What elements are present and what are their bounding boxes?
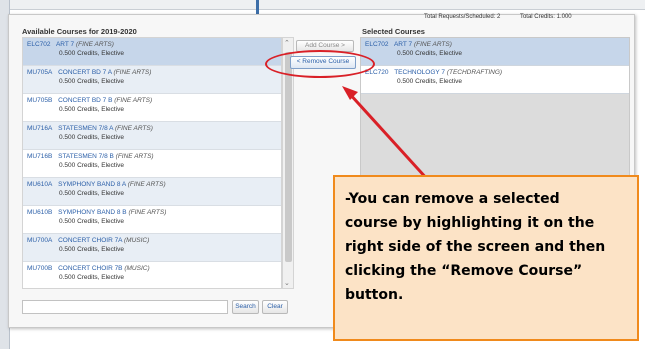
course-category: (MUSIC) (124, 265, 150, 272)
selected-courses-title: Selected Courses (362, 27, 425, 36)
course-code: MU610A (27, 181, 53, 188)
callout-line: course by highlighting it on the (345, 215, 595, 231)
course-category: (FINE ARTS) (115, 153, 154, 160)
course-category: (MUSIC) (123, 237, 150, 244)
course-code: MU716A (27, 125, 53, 132)
callout-line: clicking the “Remove Course” (345, 263, 583, 279)
list-item[interactable]: ELC720 TECHNOLOGY 7 (TECHDRAFTING) 0.500… (361, 66, 629, 94)
course-credits: 0.500 Credits, Elective (59, 246, 125, 253)
course-code: ELC702 (27, 41, 51, 48)
course-category: (FINE ARTS) (127, 181, 166, 188)
remove-course-button[interactable]: < Remove Course (290, 56, 356, 69)
list-item[interactable]: MU610B SYMPHONY BAND 8 B (FINE ARTS) 0.5… (23, 206, 281, 234)
course-credits: 0.500 Credits, Elective (59, 218, 125, 225)
course-name: ART 7 (55, 41, 75, 48)
course-category: (FINE ARTS) (413, 41, 452, 48)
course-name: CONCERT CHOIR 7B (58, 265, 123, 272)
list-item[interactable]: MU700A CONCERT CHOIR 7A (MUSIC) 0.500 Cr… (23, 234, 281, 262)
course-code: MU700B (27, 265, 53, 272)
background-divider (256, 0, 259, 14)
totals-bar: Total Requests/Scheduled: 2 Total Credit… (424, 14, 590, 20)
course-code: MU610B (27, 209, 53, 216)
course-name: SYMPHONY BAND 8 A (58, 181, 126, 188)
course-name: STATESMEN 7/8 A (58, 125, 114, 132)
course-name: CONCERT BD 7 A (58, 69, 112, 76)
callout-line: right side of the screen and then (345, 239, 606, 255)
course-credits: 0.500 Credits, Elective (59, 190, 125, 197)
course-category: (FINE ARTS) (113, 69, 152, 76)
chevron-down-icon[interactable]: ⌄ (284, 279, 290, 287)
available-courses-list: ELC702 ART 7 (FINE ARTS) 0.500 Credits, … (22, 37, 282, 289)
course-category: (FINE ARTS) (114, 97, 153, 104)
course-credits: 0.500 Credits, Elective (397, 50, 463, 57)
course-name: STATESMEN 7/8 B (58, 153, 114, 160)
background-window-top-edge (10, 0, 645, 10)
course-name: CONCERT CHOIR 7A (58, 237, 123, 244)
course-code: ELC702 (365, 41, 389, 48)
course-category: (FINE ARTS) (114, 125, 153, 132)
course-category: (TECHDRAFTING) (446, 69, 503, 76)
course-name: SYMPHONY BAND 8 B (58, 209, 127, 216)
list-item[interactable]: MU716A STATESMEN 7/8 A (FINE ARTS) 0.500… (23, 122, 281, 150)
course-code: MU705B (27, 97, 53, 104)
list-item[interactable]: MU610A SYMPHONY BAND 8 A (FINE ARTS) 0.5… (23, 178, 281, 206)
callout-line: -You can remove a selected (345, 191, 560, 207)
scroll-thumb[interactable] (285, 52, 292, 262)
course-credits: 0.500 Credits, Elective (397, 78, 463, 85)
course-credits: 0.500 Credits, Elective (59, 78, 125, 85)
course-code: MU705A (27, 69, 53, 76)
course-name: ART 7 (393, 41, 413, 48)
course-name: CONCERT BD 7 B (58, 97, 113, 104)
list-item[interactable]: ELC702 ART 7 (FINE ARTS) 0.500 Credits, … (23, 38, 281, 66)
clear-button[interactable]: Clear (262, 300, 288, 314)
course-code: MU700A (27, 237, 53, 244)
total-requests: Total Requests/Scheduled: 2 (424, 14, 501, 20)
available-courses-title: Available Courses for 2019-2020 (22, 27, 137, 36)
course-category: (FINE ARTS) (75, 41, 114, 48)
list-item[interactable]: ELC702 ART 7 (FINE ARTS) 0.500 Credits, … (361, 38, 629, 66)
list-item[interactable]: MU716B STATESMEN 7/8 B (FINE ARTS) 0.500… (23, 150, 281, 178)
list-item[interactable]: MU700B CONCERT CHOIR 7B (MUSIC) 0.500 Cr… (23, 262, 281, 288)
available-list-scrollbar[interactable]: ⌃ ⌄ (282, 37, 294, 289)
course-code: MU716B (27, 153, 53, 160)
course-search-input[interactable] (22, 300, 228, 314)
course-credits: 0.500 Credits, Elective (59, 106, 125, 113)
course-credits: 0.500 Credits, Elective (59, 162, 125, 169)
total-credits: Total Credits: 1.000 (519, 14, 572, 20)
add-course-button[interactable]: Add Course > (296, 40, 354, 52)
course-credits: 0.500 Credits, Elective (59, 134, 125, 141)
chevron-up-icon[interactable]: ⌃ (284, 39, 290, 47)
list-item[interactable]: MU705B CONCERT BD 7 B (FINE ARTS) 0.500 … (23, 94, 281, 122)
course-category: (FINE ARTS) (128, 209, 167, 216)
course-name: TECHNOLOGY 7 (394, 69, 446, 76)
course-code: ELC720 (365, 69, 389, 76)
instruction-callout: -You can remove a selected course by hig… (333, 175, 639, 341)
course-credits: 0.500 Credits, Elective (59, 50, 125, 57)
list-item[interactable]: MU705A CONCERT BD 7 A (FINE ARTS) 0.500 … (23, 66, 281, 94)
search-button[interactable]: Search (232, 300, 259, 314)
course-credits: 0.500 Credits, Elective (59, 274, 125, 281)
callout-line: button. (345, 287, 404, 303)
